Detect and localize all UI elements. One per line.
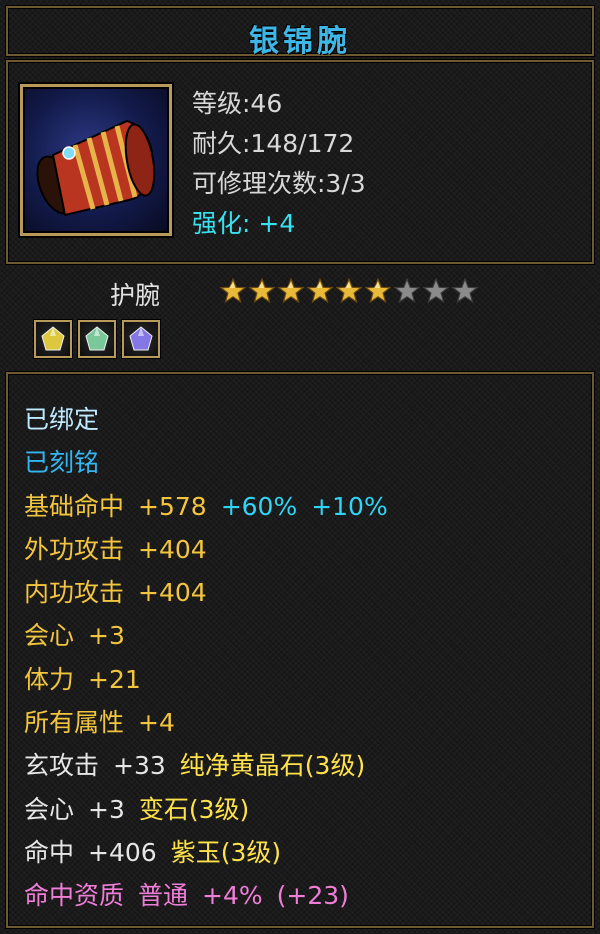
attr-hit-base: +578 bbox=[138, 491, 207, 521]
star-filled-icon bbox=[306, 277, 334, 304]
red-bracer-icon[interactable] bbox=[20, 84, 172, 236]
attr-stamina: 体力 +21 bbox=[24, 658, 402, 701]
attr-all-attributes: 所有属性 +4 bbox=[24, 701, 402, 744]
aptitude-percent: +4% bbox=[202, 881, 263, 911]
type-panel: 护腕 bbox=[6, 268, 594, 368]
attr-crit: 会心 +3 bbox=[24, 614, 402, 657]
star-rating bbox=[219, 277, 479, 304]
item-stats: 等级:46 耐久:148/172 可修理次数:3/3 强化: +4 bbox=[192, 84, 366, 244]
gem-attr-value: +3 bbox=[88, 794, 125, 824]
gem-attr-row: 玄攻击 +33 纯净黄晶石(3级) bbox=[24, 744, 402, 787]
attr-all-attributes-label: 所有属性 bbox=[24, 708, 125, 738]
gem-attr-gem: 纯净黄晶石(3级) bbox=[179, 751, 366, 781]
item-repair-count: 可修理次数:3/3 bbox=[192, 169, 366, 198]
aptitude-label: 命中资质 bbox=[24, 881, 125, 911]
star-filled-icon bbox=[219, 277, 247, 304]
attr-outer-attack: 外功攻击 +404 bbox=[24, 528, 402, 571]
gem-attr-value: +33 bbox=[113, 751, 166, 781]
attr-hit-bonus1: +60% bbox=[220, 491, 298, 521]
item-tooltip: 银锦腕 等级:46 耐久:148/172 可修理次数:3/3 强化: +4 护腕… bbox=[0, 0, 600, 934]
attr-crit-value: +3 bbox=[88, 621, 125, 651]
star-filled-icon bbox=[277, 277, 305, 304]
attr-stamina-label: 体力 bbox=[24, 664, 75, 694]
gem-attr-row: 会心 +3 变石(3级) bbox=[24, 788, 402, 831]
enhance-label: 强化: bbox=[192, 209, 251, 238]
attr-stamina-value: +21 bbox=[88, 664, 141, 694]
attr-hit-bonus2: +10% bbox=[311, 491, 388, 521]
gem-attr-label: 会心 bbox=[24, 794, 75, 824]
attr-outer-attack-label: 外功攻击 bbox=[24, 534, 125, 564]
attr-crit-label: 会心 bbox=[24, 621, 75, 651]
star-empty-icon bbox=[422, 277, 450, 304]
green-gem-icon[interactable] bbox=[78, 320, 116, 358]
star-filled-icon bbox=[248, 277, 276, 304]
item-durability: 耐久:148/172 bbox=[192, 129, 355, 158]
gem-attr-label: 命中 bbox=[24, 837, 75, 867]
yellow-gem-icon[interactable] bbox=[34, 320, 72, 358]
title-panel: 银锦腕 bbox=[6, 6, 594, 59]
star-filled-icon bbox=[335, 277, 363, 304]
attribute-list: 已绑定 已刻铭 基础命中 +578 +60% +10% 外功攻击 +404 内功攻击 +4… bbox=[24, 398, 402, 918]
gem-attr-row: 命中 +406 紫玉(3级) bbox=[24, 831, 402, 874]
aptitude-row: 命中资质 普通 +4% (+23) bbox=[24, 874, 402, 917]
gem-attr-label: 玄攻击 bbox=[24, 751, 100, 781]
engraved-status: 已刻铭 bbox=[24, 448, 100, 478]
attr-outer-attack-value: +404 bbox=[138, 534, 207, 564]
bound-status: 已绑定 bbox=[24, 405, 100, 434]
attr-inner-attack-value: +404 bbox=[138, 578, 207, 608]
gem-attr-gem: 紫玉(3级) bbox=[170, 837, 282, 867]
item-level: 等级:46 bbox=[192, 89, 283, 118]
gem-attr-gem: 变石(3级) bbox=[138, 794, 250, 824]
gem-attr-value: +406 bbox=[88, 837, 157, 867]
enhance-value: +4 bbox=[258, 209, 296, 238]
attr-inner-attack-label: 内功攻击 bbox=[24, 578, 125, 608]
info-panel: 等级:46 耐久:148/172 可修理次数:3/3 强化: +4 bbox=[6, 60, 594, 264]
item-enhance: 强化: +4 bbox=[192, 204, 366, 244]
attr-hit-label: 基础命中 bbox=[24, 491, 125, 521]
item-type: 护腕 bbox=[110, 281, 161, 310]
star-empty-icon bbox=[451, 277, 479, 304]
attr-hit: 基础命中 +578 +60% +10% bbox=[24, 485, 402, 528]
gem-slots bbox=[34, 320, 160, 358]
attr-inner-attack: 内功攻击 +404 bbox=[24, 571, 402, 614]
aptitude-amount: (+23) bbox=[276, 881, 349, 911]
aptitude-grade: 普通 bbox=[138, 881, 189, 911]
item-name: 银锦腕 bbox=[249, 24, 351, 59]
star-empty-icon bbox=[393, 277, 421, 304]
attr-all-attributes-value: +4 bbox=[138, 708, 175, 738]
star-filled-icon bbox=[364, 277, 392, 304]
attribute-panel: 已绑定 已刻铭 基础命中 +578 +60% +10% 外功攻击 +404 内功攻击 +4… bbox=[6, 372, 594, 928]
purple-gem-icon[interactable] bbox=[122, 320, 160, 358]
